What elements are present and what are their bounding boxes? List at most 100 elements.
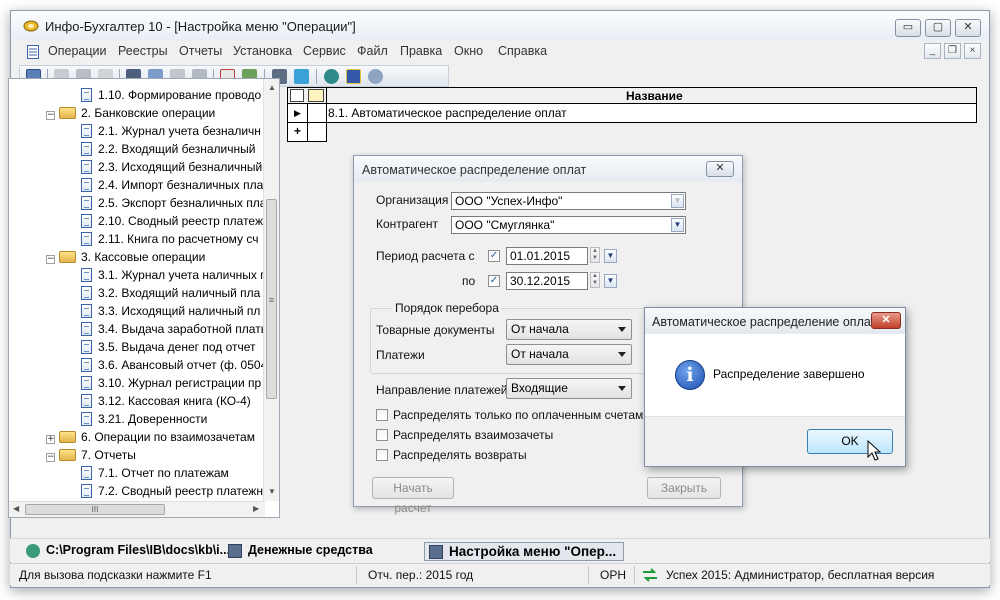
add-row-plus-icon[interactable]: +	[288, 123, 308, 141]
grid-row-selected[interactable]: ▶ 8.1. Автоматическое распределение опла…	[287, 104, 977, 123]
minimize-button[interactable]: ▭	[895, 19, 921, 37]
status-bar: Для вызова подсказки нажмите F1 Отч. пер…	[10, 563, 990, 585]
scroll-right-arrow-icon[interactable]: ▶	[253, 504, 259, 513]
collapse-minus-icon[interactable]: −	[46, 111, 55, 120]
row-marker-arrow: ▶	[288, 104, 308, 122]
document-icon	[81, 412, 92, 426]
scroll-left-arrow-icon[interactable]: ◀	[13, 504, 19, 513]
tree-item[interactable]: 3.12. Кассовая книга (КО-4)	[81, 392, 251, 410]
start-calculation-button[interactable]: Начать расчет	[372, 477, 454, 515]
counterparty-label: Контрагент	[376, 217, 439, 231]
document-menu-icon[interactable]	[27, 45, 39, 59]
tree-item[interactable]: 3.2. Входящий наличный пла	[81, 284, 260, 302]
menu-setup[interactable]: Установка	[233, 44, 292, 58]
document-icon	[81, 196, 92, 210]
collapse-minus-icon[interactable]: −	[46, 255, 55, 264]
organization-value: ООО "Успех-Инфо"	[455, 194, 563, 208]
tree-item[interactable]: 3.10. Журнал регистрации пр	[81, 374, 261, 392]
mdi-close-button[interactable]: ×	[964, 43, 981, 59]
tree-vertical-scrollbar[interactable]: ▲ ≡ ▼	[263, 79, 279, 501]
goods-docs-select[interactable]: От начала	[506, 319, 632, 340]
period-to-checkbox[interactable]: ✓	[488, 275, 500, 287]
collapse-minus-icon[interactable]: −	[46, 453, 55, 462]
period-from-spinner[interactable]: ▲ ▼	[590, 247, 600, 263]
refresh-icon[interactable]	[294, 69, 309, 84]
organization-field[interactable]: ООО "Успех-Инфо" ▼	[451, 192, 686, 210]
period-to-label: по	[462, 274, 476, 288]
scroll-down-arrow-icon[interactable]: ▼	[268, 487, 276, 496]
column-header-name[interactable]: Название	[626, 89, 683, 103]
menu-edit[interactable]: Правка	[400, 44, 442, 58]
tree-item[interactable]: 2.10. Сводный реестр платежн	[81, 212, 270, 230]
period-to-calendar-icon[interactable]: ▼	[604, 274, 617, 288]
period-from-checkbox[interactable]: ✓	[488, 250, 500, 262]
returns-checkbox[interactable]	[376, 449, 388, 461]
expand-plus-icon[interactable]: +	[46, 435, 55, 444]
counterparty-dropdown-icon[interactable]: ▼	[671, 218, 684, 232]
folder-up-icon[interactable]	[308, 89, 324, 102]
scroll-up-arrow-icon[interactable]: ▲	[268, 83, 276, 92]
tree-item[interactable]: 3.4. Выдача заработной плать	[81, 320, 267, 338]
tree-item[interactable]: − 7. Отчеты	[46, 446, 136, 464]
counterparty-field[interactable]: ООО "Смуглянка" ▼	[451, 216, 686, 234]
tree-item[interactable]: 2.2. Входящий безналичный	[81, 140, 255, 158]
tree-scroll-thumb[interactable]: ≡	[266, 199, 277, 399]
period-from-calendar-icon[interactable]: ▼	[604, 249, 617, 263]
tree-item[interactable]: 2.1. Журнал учета безналичн	[81, 122, 261, 140]
period-to-field[interactable]: 30.12.2015	[506, 272, 588, 290]
tree-item-label: 2.2. Входящий безналичный	[98, 142, 256, 156]
period-from-field[interactable]: 01.01.2015	[506, 247, 588, 265]
tree-item[interactable]: 2.4. Импорт безналичных пла	[81, 176, 263, 194]
grid-row-new[interactable]: +	[287, 123, 327, 142]
gear-icon[interactable]	[324, 69, 339, 84]
menu-registers[interactable]: Реестры	[118, 44, 168, 58]
tree-item[interactable]: − 3. Кассовые операции	[46, 248, 205, 266]
tree-item[interactable]: 2.11. Книга по расчетному сч	[81, 230, 258, 248]
column-settings-icon[interactable]	[290, 89, 304, 102]
close-button[interactable]: ✕	[955, 19, 981, 37]
mutual-offsets-checkbox[interactable]	[376, 429, 388, 441]
organization-dropdown-icon[interactable]: ▼	[671, 194, 684, 208]
period-to-spinner[interactable]: ▲ ▼	[590, 272, 600, 288]
tree-item[interactable]: 3.21. Доверенности	[81, 410, 207, 428]
tree-item[interactable]: 2.3. Исходящий безналичный	[81, 158, 262, 176]
menu-operations[interactable]: Операции	[48, 44, 106, 58]
menu-help[interactable]: Справка	[498, 44, 547, 58]
mdi-restore-button[interactable]: ❐	[944, 43, 961, 59]
chevron-down-icon	[618, 327, 626, 332]
network-icon[interactable]	[368, 69, 383, 84]
status-user: Успех 2015: Администратор, бесплатная ве…	[666, 568, 935, 582]
menu-window[interactable]: Окно	[454, 44, 483, 58]
tree-item[interactable]: 3.5. Выдача денег под отчет	[81, 338, 256, 356]
tree-item[interactable]: 3.6. Авансовый отчет (ф. 0504	[81, 356, 267, 374]
tree-horizontal-scrollbar[interactable]: ◀ III ▶	[9, 501, 265, 517]
task-menu-settings-window[interactable]: Настройка меню "Опер...	[424, 542, 624, 561]
mutual-offsets-label[interactable]: Распределять взаимозачеты	[393, 428, 553, 442]
tree-item[interactable]: 7.2. Сводный реестр платежн	[81, 482, 263, 500]
paid-only-checkbox[interactable]	[376, 409, 388, 421]
paid-only-label[interactable]: Распределять только по оплаченным счетам	[393, 408, 643, 422]
maximize-button[interactable]: ▢	[925, 19, 951, 37]
star-icon[interactable]	[346, 69, 361, 84]
dialog-close-text-button[interactable]: Закрыть	[647, 477, 721, 499]
returns-label[interactable]: Распределять возвраты	[393, 448, 527, 462]
tree-item[interactable]: +6. Операции по взаимозачетам	[46, 428, 255, 446]
grid-row-label: 8.1. Автоматическое распределение оплат	[328, 106, 567, 120]
tree-item[interactable]: 1.10. Формирование проводо	[81, 86, 261, 104]
direction-select[interactable]: Входящие	[506, 378, 632, 399]
menu-file[interactable]: Файл	[357, 44, 388, 58]
tree-hscroll-thumb[interactable]: III	[25, 504, 165, 515]
tree-item[interactable]: 7.1. Отчет по платежам	[81, 464, 229, 482]
menu-reports[interactable]: Отчеты	[179, 44, 222, 58]
tree-item[interactable]: 2.5. Экспорт безналичных пла	[81, 194, 266, 212]
tree-item[interactable]: 3.1. Журнал учета наличных п	[81, 266, 267, 284]
payments-select[interactable]: От начала	[506, 344, 632, 365]
tree-item[interactable]: 3.3. Исходящий наличный пл	[81, 302, 260, 320]
dialog-close-button[interactable]: ✕	[706, 161, 734, 177]
menu-service[interactable]: Сервис	[303, 44, 346, 58]
mouse-cursor-icon	[867, 440, 881, 461]
mdi-minimize-button[interactable]: _	[924, 43, 941, 59]
message-close-button[interactable]: ✕	[871, 312, 901, 329]
chevron-down-icon	[618, 386, 626, 391]
tree-item[interactable]: − 2. Банковские операции	[46, 104, 215, 122]
